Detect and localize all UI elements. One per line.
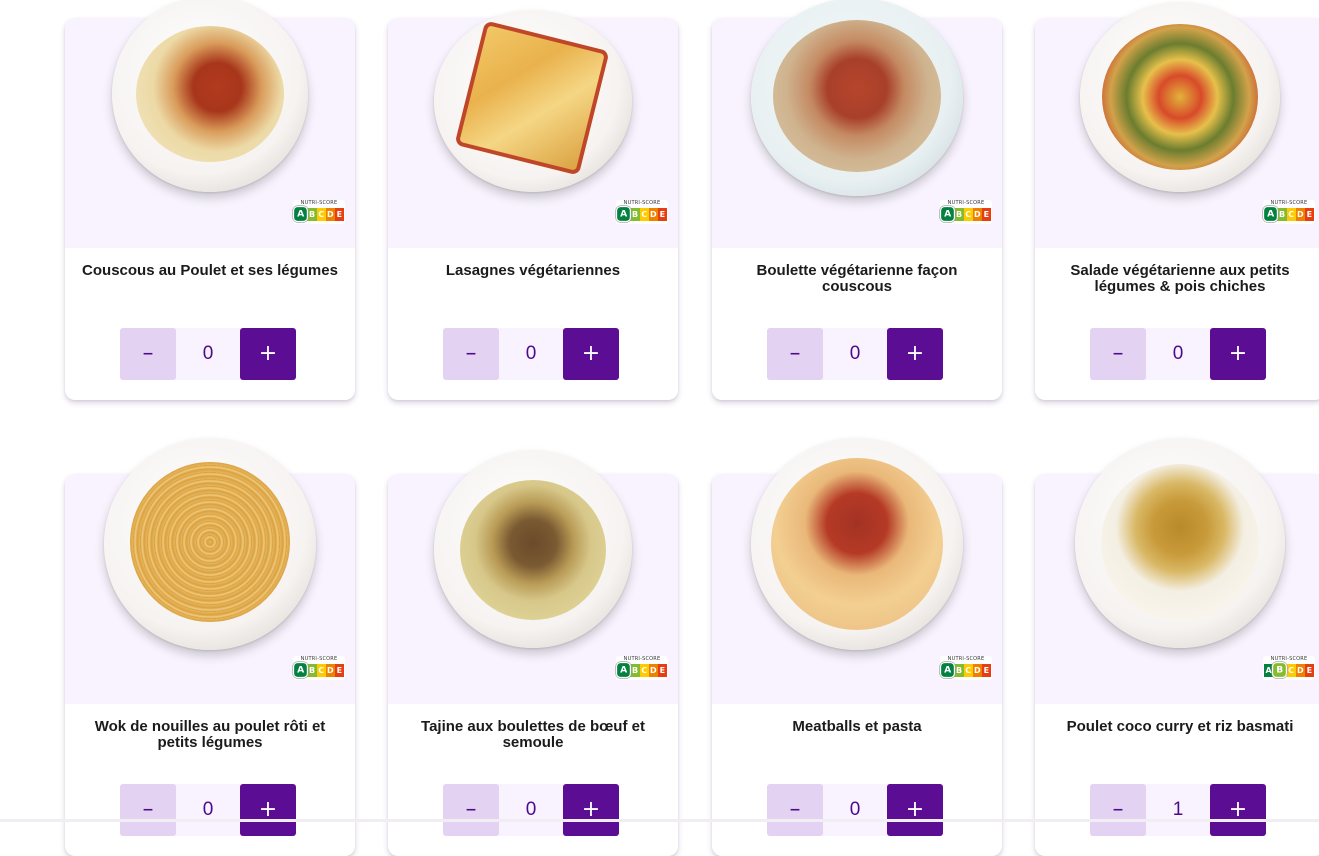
decrease-button[interactable]: – (767, 328, 823, 380)
quantity-stepper: – 0 + (120, 328, 296, 380)
decrease-button[interactable]: – (1090, 328, 1146, 380)
increase-button[interactable]: + (887, 328, 943, 380)
product-card[interactable]: NUTRI-SCORE A B C D E Poulet coco curry … (1035, 438, 1319, 856)
decrease-button[interactable]: – (443, 328, 499, 380)
increase-button[interactable]: + (240, 328, 296, 380)
product-card[interactable]: NUTRI-SCORE A B C D E Couscous au Poulet… (65, 0, 355, 400)
product-image[interactable] (1075, 438, 1285, 648)
product-grid: NUTRI-SCORE A B C D E Couscous au Poulet… (0, 0, 1319, 856)
quantity-stepper: – 0 + (1090, 328, 1266, 380)
quantity-value: 0 (202, 343, 214, 364)
decrease-button[interactable]: – (1090, 784, 1146, 836)
quantity-stepper: – 0 + (767, 784, 943, 836)
product-title: Salade végétarienne aux petits légumes &… (1070, 262, 1290, 295)
decrease-button[interactable]: – (120, 784, 176, 836)
product-image[interactable] (751, 0, 963, 196)
product-title: Couscous au Poulet et ses légumes (82, 262, 338, 279)
quantity-value: 1 (1172, 799, 1184, 820)
nutri-score-badge: NUTRI-SCORE A B C D E (1262, 200, 1315, 224)
product-image[interactable] (104, 438, 316, 650)
nutri-score-badge: NUTRI-SCORE A B C D E (615, 200, 668, 224)
product-title: Poulet coco curry et riz basmati (1066, 718, 1294, 735)
product-image[interactable] (434, 450, 632, 648)
quantity-value: 0 (1172, 343, 1184, 364)
quantity-stepper: – 0 + (120, 784, 296, 836)
nutri-score-badge: NUTRI-SCORE A B C D E (939, 200, 992, 224)
increase-button[interactable]: + (563, 784, 619, 836)
quantity-value: 0 (525, 343, 537, 364)
product-card[interactable]: NUTRI-SCORE A B C D E Boulette végétarie… (712, 0, 1002, 400)
product-title: Tajine aux boulettes de bœuf et semoule (421, 718, 645, 751)
product-title: Wok de nouilles au poulet rôti et petits… (94, 718, 326, 751)
product-image[interactable] (112, 0, 308, 192)
product-title: Meatballs et pasta (792, 718, 922, 735)
quantity-value: 0 (202, 799, 214, 820)
product-card[interactable]: NUTRI-SCORE A B C D E Lasagnes végétarie… (388, 10, 678, 400)
quantity-stepper: – 0 + (767, 328, 943, 380)
nutri-score-badge: NUTRI-SCORE A B C D E (939, 656, 992, 680)
product-card[interactable]: NUTRI-SCORE A B C D E Meatballs et pasta… (712, 438, 1002, 856)
nutri-score-badge: NUTRI-SCORE A B C D E (1263, 656, 1315, 680)
quantity-stepper: – 0 + (443, 784, 619, 836)
decrease-button[interactable]: – (443, 784, 499, 836)
increase-button[interactable]: + (1210, 328, 1266, 380)
increase-button[interactable]: + (240, 784, 296, 836)
product-image[interactable] (1080, 2, 1280, 192)
product-title: Boulette végétarienne façon couscous (756, 262, 958, 295)
product-image[interactable] (434, 10, 632, 192)
nutri-score-badge: NUTRI-SCORE A B C D E (292, 656, 345, 680)
increase-button[interactable]: + (563, 328, 619, 380)
quantity-value: 0 (849, 799, 861, 820)
product-card[interactable]: NUTRI-SCORE A B C D E Tajine aux boulett… (388, 450, 678, 856)
product-card[interactable]: NUTRI-SCORE A B C D E Salade végétarienn… (1035, 2, 1319, 400)
product-image[interactable] (751, 438, 963, 650)
decrease-button[interactable]: – (120, 328, 176, 380)
quantity-stepper: – 0 + (443, 328, 619, 380)
product-card[interactable]: NUTRI-SCORE A B C D E Wok de nouilles au… (65, 438, 355, 856)
increase-button[interactable]: + (1210, 784, 1266, 836)
quantity-value: 0 (849, 343, 861, 364)
increase-button[interactable]: + (887, 784, 943, 836)
quantity-value: 0 (525, 799, 537, 820)
quantity-stepper: – 1 + (1090, 784, 1266, 836)
nutri-score-badge: NUTRI-SCORE A B C D E (615, 656, 668, 680)
product-title: Lasagnes végétariennes (445, 262, 621, 279)
decrease-button[interactable]: – (767, 784, 823, 836)
nutri-score-badge: NUTRI-SCORE A B C D E (292, 200, 345, 224)
